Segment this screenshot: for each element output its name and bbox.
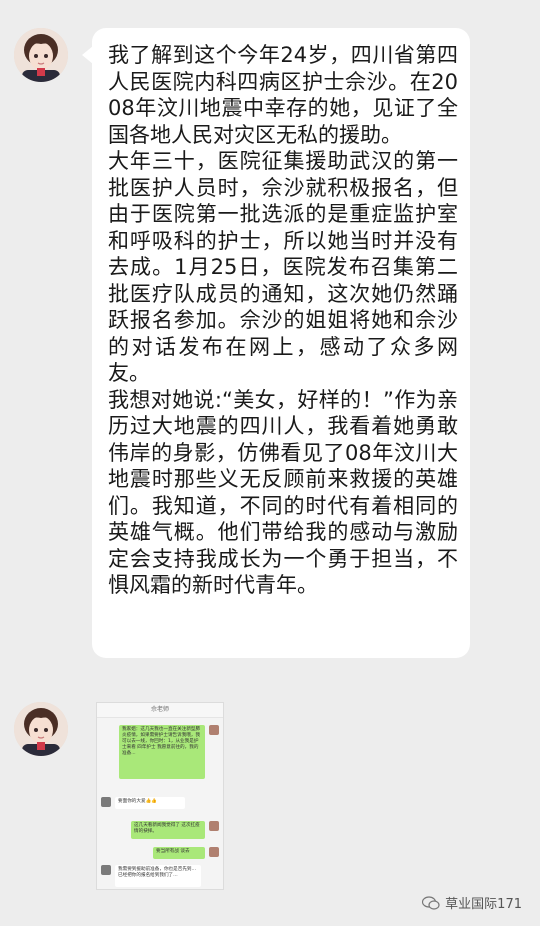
thumbnail-title: 佘老师: [97, 703, 223, 718]
message-bubble[interactable]: 我了解到这个今年24岁，四川省第四人民医院内科四病区护士佘沙。在2008年汶川地…: [82, 28, 470, 658]
message-paragraph: 我了解到这个今年24岁，四川省第四人民医院内科四病区护士佘沙。在2008年汶川地…: [108, 43, 458, 147]
watermark: 草业国际171: [422, 893, 522, 912]
message-paragraph: 我想对她说:“美女，好样的！”作为亲历过大地震的四川人，我看着她勇敢伟岸的身影，…: [108, 387, 458, 598]
watermark-text: 草业国际171: [445, 897, 522, 912]
chat-avatar[interactable]: [14, 28, 68, 82]
thumb-avatar: [209, 847, 219, 857]
thumb-bubble: 这几天看新闻我觉得了 这次扛疫情的抉择。: [131, 821, 205, 839]
thumb-avatar: [209, 821, 219, 831]
chat-avatar[interactable]: [14, 702, 68, 756]
thumb-avatar: [101, 865, 111, 875]
thumb-bubble: 我需要到援助前准备，你也是否先到…已经把你的报名给到我们了…: [115, 865, 201, 887]
wechat-logo-icon: [422, 895, 440, 910]
avatar-image-icon: [14, 702, 68, 756]
message-paragraph: 大年三十，医院征集援助武汉的第一批医护人员时，佘沙就积极报名，但由于医院第一批选…: [108, 149, 458, 385]
thumb-bubble: 要当所有战 谈去: [153, 847, 205, 859]
avatar-image-icon: [14, 28, 68, 82]
image-message-thumbnail[interactable]: 佘老师 我家姐：这几天我也一直在关注新型肺炎疫情，如果需要护士请告诉我哦，我可以…: [96, 702, 224, 890]
thumb-avatar: [209, 725, 219, 735]
thumb-bubble: 要面你的大爱👍👍: [115, 797, 185, 809]
thumb-bubble: 我家姐：这几天我也一直在关注新型肺炎疫情，如果需要护士请告诉我哦，我可以去一线，…: [119, 725, 205, 779]
thumb-avatar: [101, 797, 111, 807]
